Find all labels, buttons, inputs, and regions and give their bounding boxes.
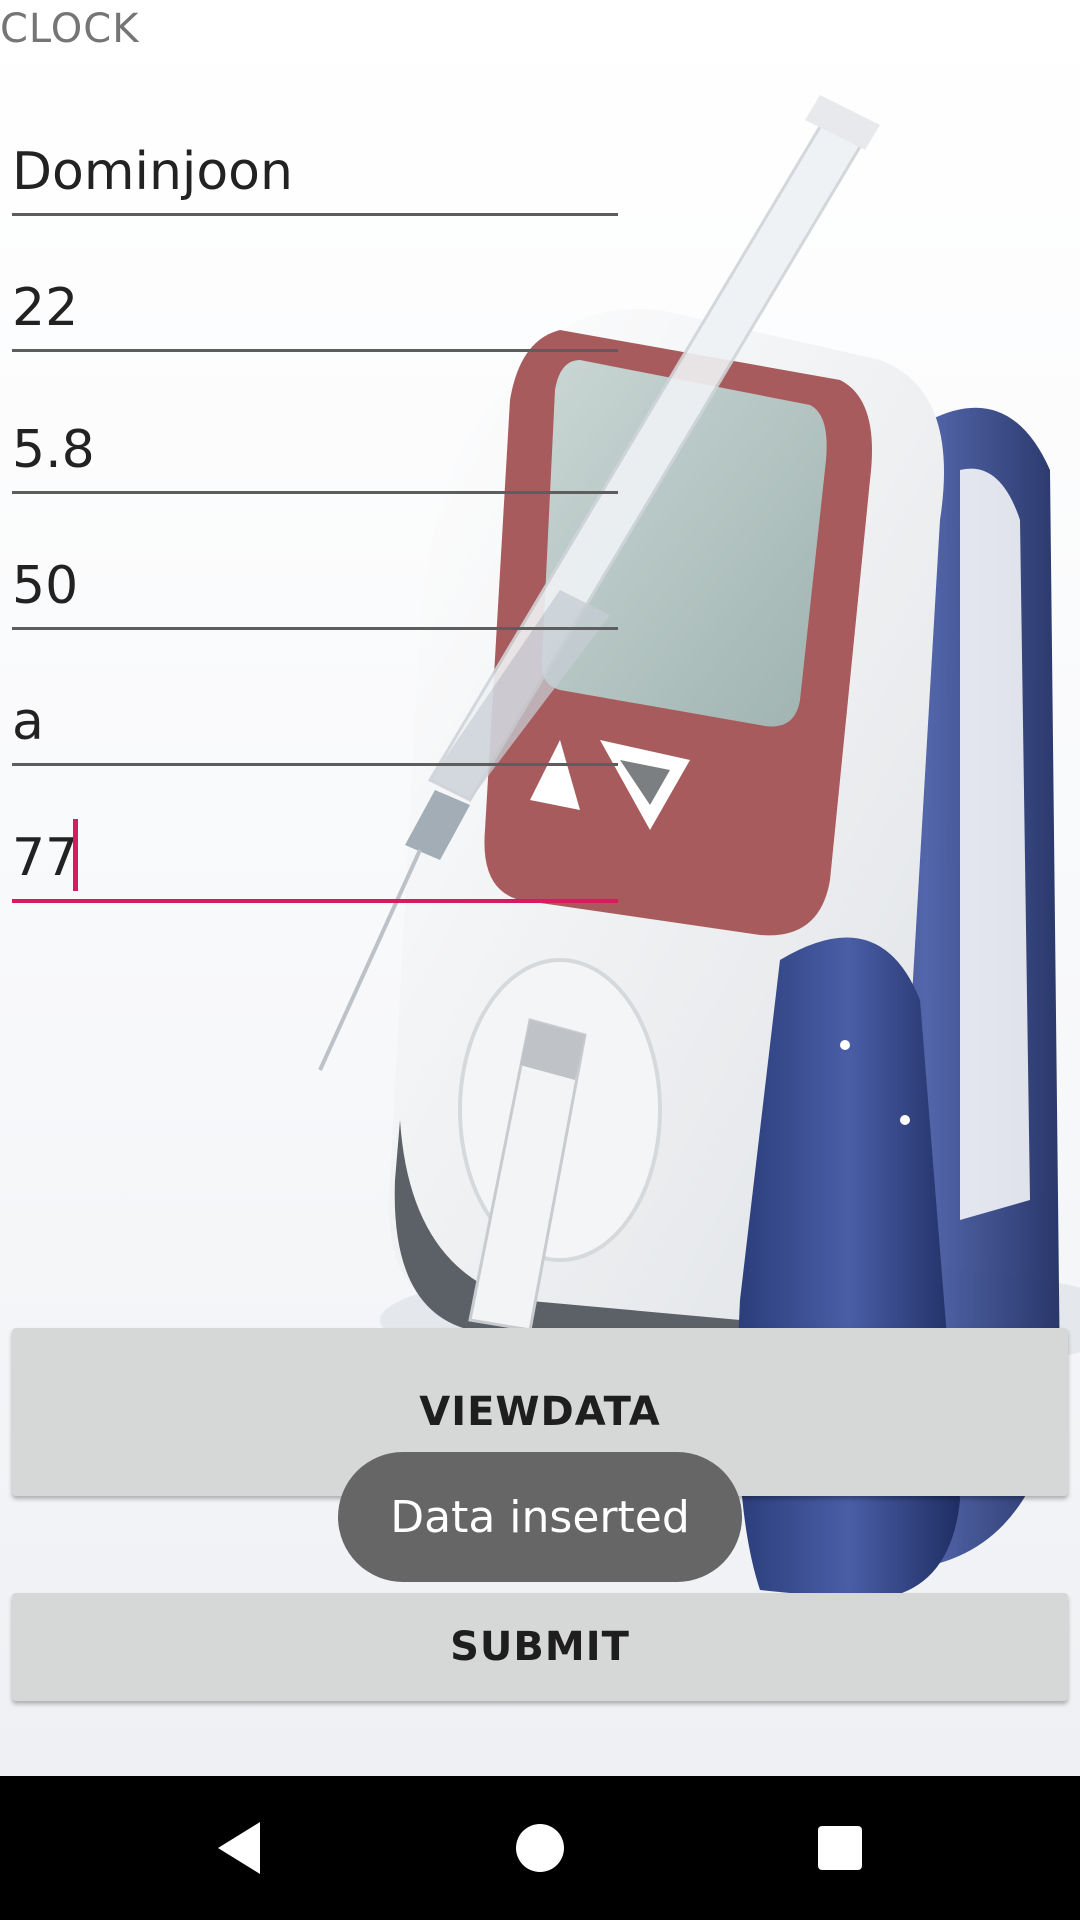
back-icon — [218, 1822, 260, 1874]
back-button[interactable] — [160, 1776, 320, 1920]
field-4-container — [12, 510, 618, 630]
name-field-container — [12, 96, 618, 216]
field-3-container — [12, 374, 618, 494]
name-input[interactable] — [12, 136, 618, 216]
field-4-input[interactable] — [12, 550, 618, 630]
field-6-container — [12, 783, 618, 903]
field-3-input[interactable] — [12, 414, 618, 494]
recents-icon — [818, 1826, 862, 1870]
text-cursor — [73, 819, 78, 891]
field-5-input[interactable] — [12, 686, 618, 766]
recents-button[interactable] — [760, 1776, 920, 1920]
system-navigation-bar — [0, 1776, 1080, 1920]
home-icon — [516, 1824, 564, 1872]
home-button[interactable] — [460, 1776, 620, 1920]
field-5-container — [12, 646, 618, 766]
clock-label: CLOCK — [0, 6, 140, 52]
age-input[interactable] — [12, 272, 618, 352]
submit-button[interactable]: SUBMIT — [12, 1593, 1068, 1701]
field-6-input[interactable] — [12, 823, 618, 903]
age-field-container — [12, 232, 618, 352]
toast-message: Data inserted — [338, 1452, 742, 1582]
